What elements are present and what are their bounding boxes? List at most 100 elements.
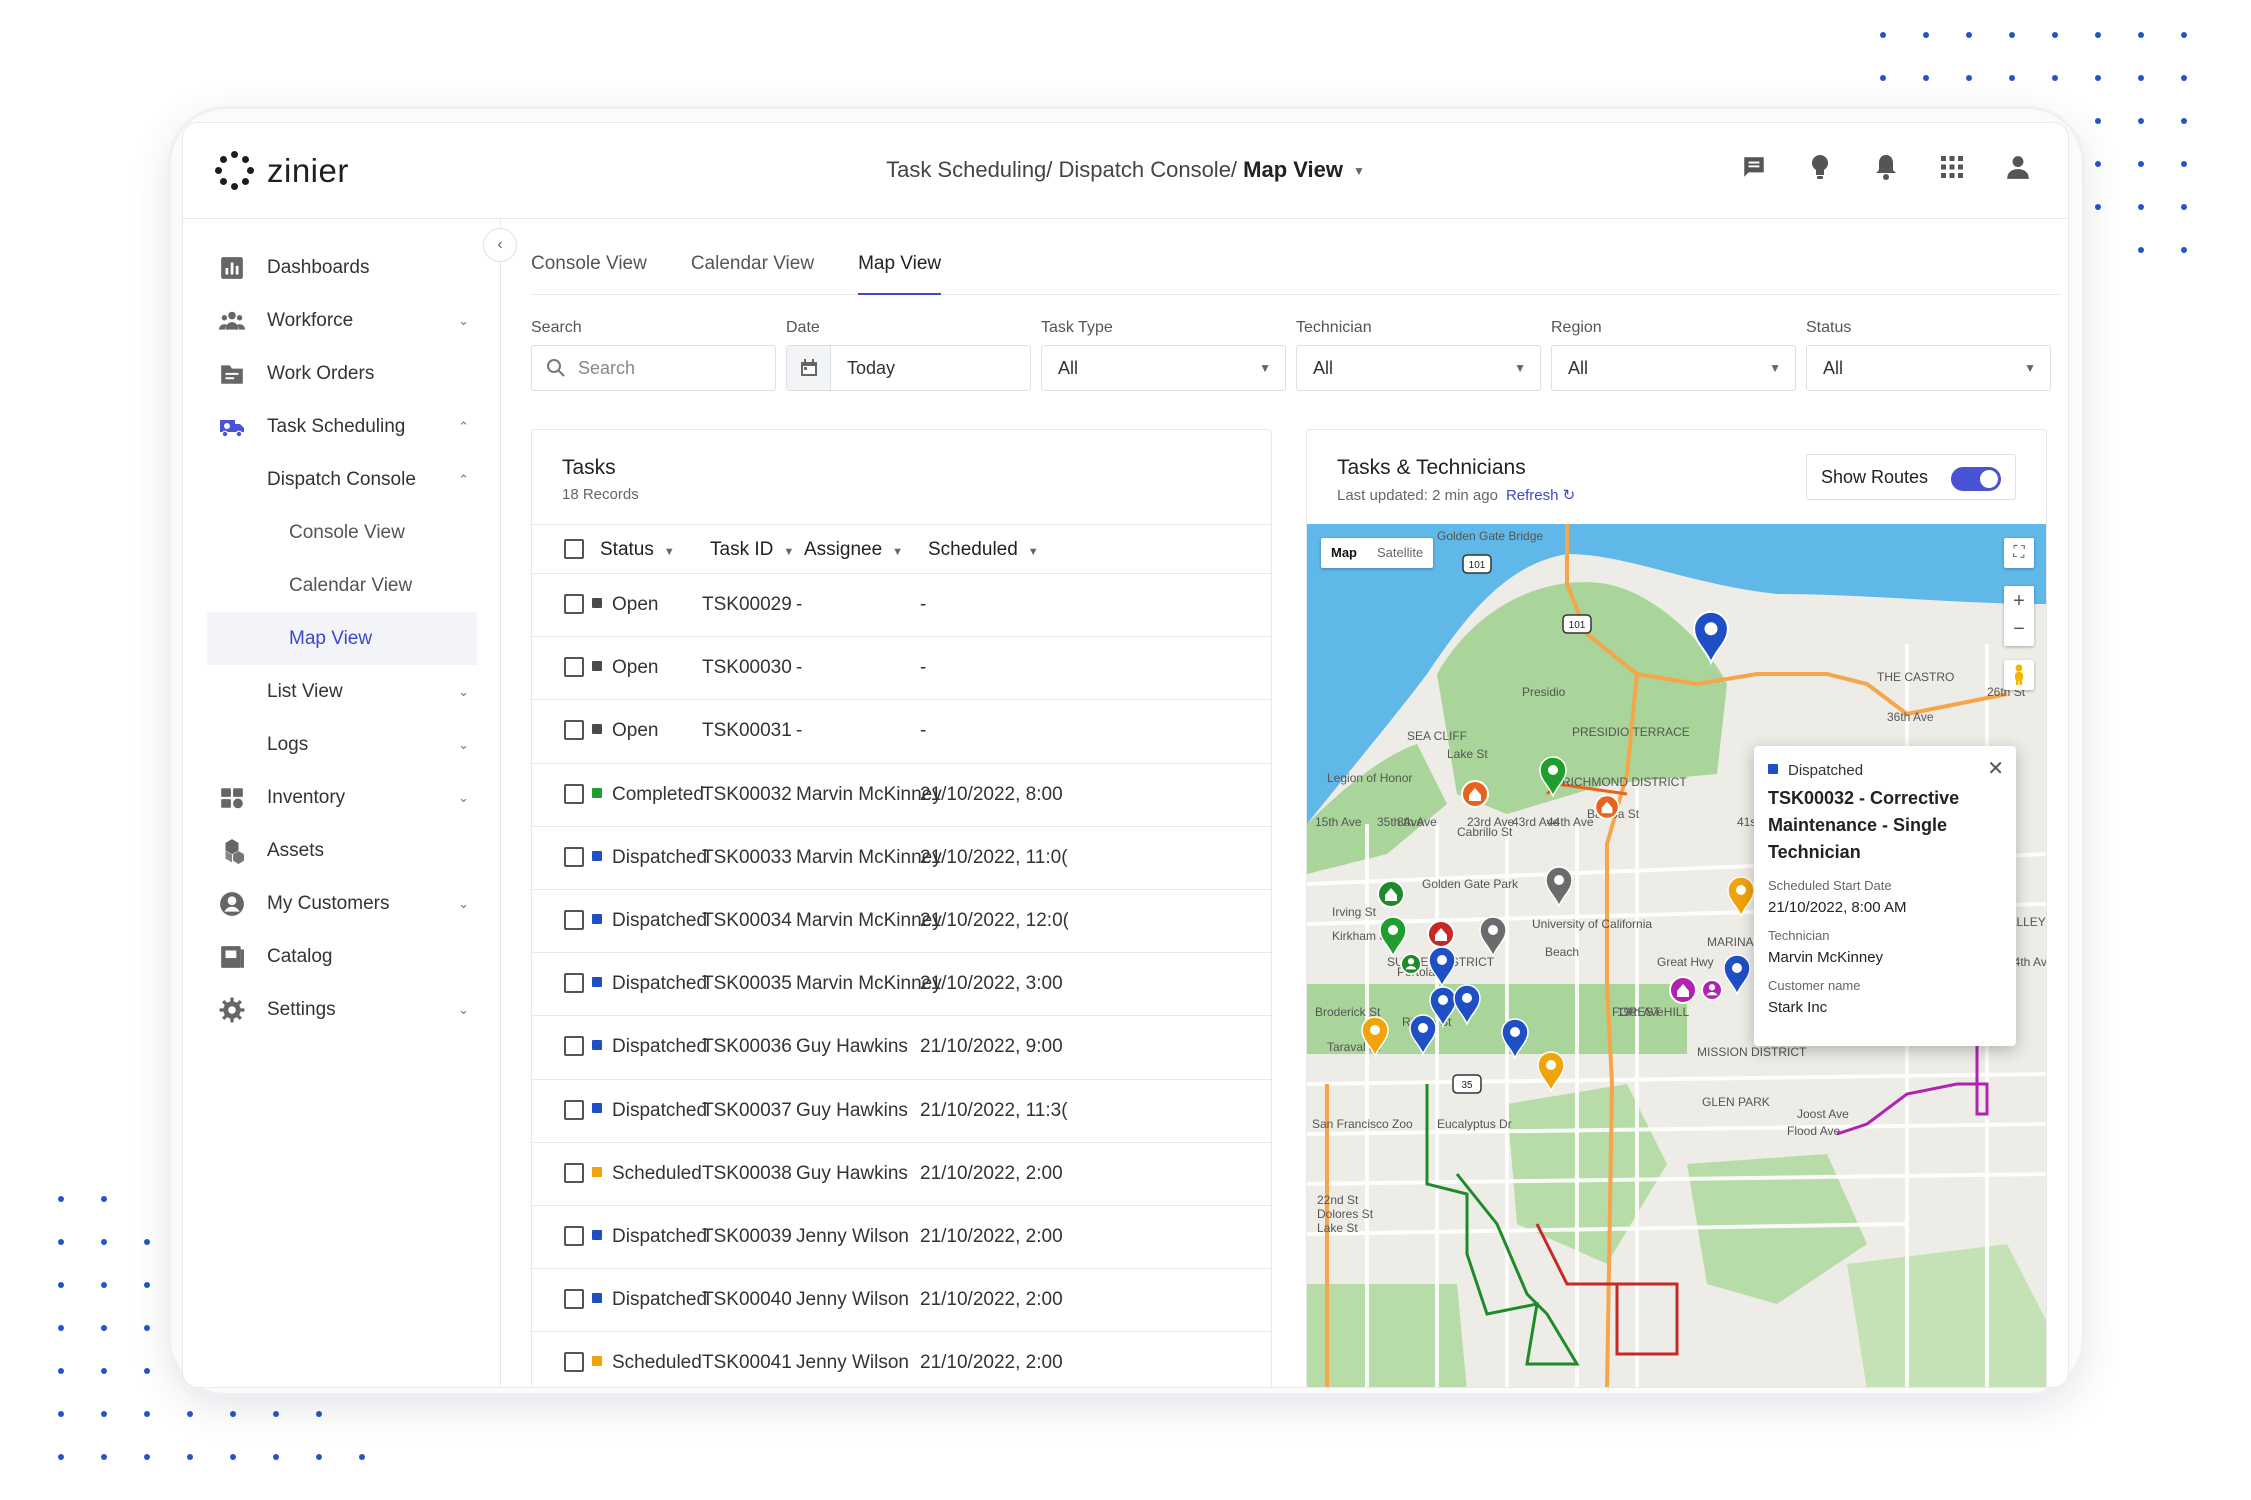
table-row[interactable]: Dispatched TSK00033 Marvin McKinney 21/10/2… [532,827,1271,890]
tasks-count: 18 Records [562,486,639,503]
sidebar-item-assets[interactable]: Assets [183,824,501,877]
caret-down-icon[interactable]: ▼ [1353,164,1365,178]
chevron-up-icon[interactable]: ⌃ [458,472,469,488]
sidebar-item-dispatch-console[interactable]: Dispatch Console ⌃ [183,453,501,506]
column-header-scheduled[interactable]: Scheduled ▼ [928,539,1039,561]
sidebar-item-map-view[interactable]: Map View [207,612,477,665]
status-select[interactable]: All ▼ [1806,345,2051,391]
row-checkbox[interactable] [564,1162,584,1183]
search-placeholder: Search [578,357,636,378]
row-checkbox[interactable] [564,720,584,741]
technician-location-icon[interactable] [1701,979,1723,1001]
close-icon[interactable]: ✕ [1987,756,2004,781]
chevron-down-icon[interactable]: ⌄ [458,313,469,329]
tab-calendar-view[interactable]: Calendar View [691,249,814,295]
date-picker[interactable]: Today [786,345,1031,391]
column-header-task-id[interactable]: Task ID ▼ [710,539,794,561]
table-row[interactable]: Dispatched TSK00039 Jenny Wilson 21/10/2022… [532,1206,1271,1270]
table-row[interactable]: Dispatched TSK00036 Guy Hawkins 21/10/2022,… [532,1016,1271,1080]
chevron-down-icon[interactable]: ⌄ [458,790,469,806]
map-label: Lake St [1317,1221,1358,1235]
location-home-pin-icon[interactable] [1377,880,1405,908]
column-header-status[interactable]: Status ▼ [600,539,675,561]
table-row[interactable]: Open TSK00029- - [532,574,1271,638]
location-home-pin-icon[interactable] [1669,976,1697,1004]
apps-grid-icon[interactable] [1938,153,1966,181]
row-checkbox[interactable] [564,1036,584,1057]
user-icon[interactable] [2004,153,2032,181]
decorative-dot [101,1454,107,1460]
select-all-checkbox[interactable] [564,539,584,559]
sidebar-item-label: Console View [289,521,405,543]
tab-map-view[interactable]: Map View [858,249,942,295]
sidebar-item-catalog[interactable]: Catalog [183,930,501,983]
sidebar-item-work-orders[interactable]: Work Orders [183,347,501,400]
fullscreen-button[interactable]: ⛶ [2004,538,2034,568]
chevron-down-icon[interactable]: ⌄ [458,896,469,912]
sidebar-item-task-scheduling[interactable]: Task Scheduling ⌃ [183,400,501,453]
decorative-dot [144,1239,150,1245]
chevron-down-icon[interactable]: ⌄ [458,684,469,700]
map-label: University of California [1532,917,1652,931]
map-canvas[interactable]: Golden Gate Bridge Presidio SEA CLIFF Lake … [1307,524,2046,1387]
row-checkbox[interactable] [564,1352,584,1373]
row-checkbox[interactable] [564,594,584,614]
row-checkbox[interactable] [564,909,584,930]
table-row[interactable]: Open TSK00031- - [532,700,1271,764]
sidebar-item-list-view[interactable]: List View ⌄ [183,665,501,718]
technician-location-icon[interactable] [1400,953,1422,975]
row-checkbox[interactable] [564,1289,584,1310]
technician-select[interactable]: All ▼ [1296,345,1541,391]
refresh-link[interactable]: Refresh ↻ [1506,487,1575,504]
show-routes-toggle[interactable]: Show Routes [1806,454,2016,500]
sidebar-item-settings[interactable]: Settings ⌄ [183,983,501,1036]
map-type-map[interactable]: Map [1321,538,1367,568]
row-checkbox[interactable] [564,973,584,994]
table-row[interactable]: Dispatched TSK00034 Marvin McKinney 21/10/2… [532,890,1271,954]
location-home-pin-icon[interactable] [1461,780,1489,808]
table-row[interactable]: Scheduled TSK00038 Guy Hawkins 21/10/2022, … [532,1143,1271,1206]
location-home-pin-icon[interactable] [1594,794,1620,820]
table-row[interactable]: Dispatched TSK00037 Guy Hawkins 21/10/2022,… [532,1080,1271,1143]
row-checkbox[interactable] [564,1099,584,1120]
zoom-in-button[interactable]: + [2004,586,2034,616]
sidebar-item-inventory[interactable]: Inventory ⌄ [183,771,501,824]
sidebar-item-workforce[interactable]: Workforce ⌄ [183,294,501,347]
chevron-down-icon[interactable]: ⌄ [458,737,469,753]
toggle-switch[interactable] [1951,467,2001,491]
street-view-pegman-icon[interactable] [2004,660,2034,690]
sidebar-item-console-view[interactable]: Console View [183,506,501,559]
row-checkbox[interactable] [564,1225,584,1246]
table-row[interactable]: Scheduled TSK00041 Jenny Wilson 21/10/2022,… [532,1332,1271,1387]
chevron-up-icon[interactable]: ⌃ [458,419,469,435]
zoom-out-button[interactable]: − [2004,616,2034,646]
chat-icon[interactable] [1740,153,1768,181]
map-label: GLEN PARK [1702,1095,1770,1109]
map-type-satellite[interactable]: Satellite [1367,538,1433,568]
sidebar-item-calendar-view[interactable]: Calendar View [183,559,501,612]
highway-shield-icon: 101 [1562,614,1592,634]
row-checkbox[interactable] [564,783,584,804]
tab-console-view[interactable]: Console View [531,249,647,295]
table-row[interactable]: Dispatched TSK00035 Marvin McKinney 21/10/2… [532,953,1271,1017]
sidebar-item-my-customers[interactable]: My Customers ⌄ [183,877,501,930]
row-checkbox[interactable] [564,657,584,678]
task-type-select[interactable]: All ▼ [1041,345,1286,391]
status-cell: Dispatched [592,973,707,995]
table-row[interactable]: Dispatched TSK00040 Jenny Wilson 21/10/2022… [532,1269,1271,1333]
bell-icon[interactable] [1872,153,1900,181]
table-row[interactable]: Open TSK00030- - [532,637,1271,701]
region-select[interactable]: All ▼ [1551,345,1796,391]
column-header-assignee[interactable]: Assignee ▼ [804,539,903,561]
calendar-icon[interactable] [787,346,831,390]
collapse-sidebar-button[interactable]: ‹ [483,228,517,262]
location-home-pin-icon[interactable] [1427,920,1455,948]
lightbulb-icon[interactable] [1806,153,1834,181]
chevron-down-icon[interactable]: ⌄ [458,1002,469,1018]
sidebar-item-dashboards[interactable]: Dashboards [183,241,501,294]
sidebar-item-logs[interactable]: Logs ⌄ [183,718,501,771]
row-checkbox[interactable] [564,846,584,867]
table-row[interactable]: Completed TSK00032 Marvin McKinney 21/10/20… [532,764,1271,827]
search-input[interactable]: Search [531,345,776,391]
breadcrumb-path[interactable]: Task Scheduling/ Dispatch Console/ [886,157,1243,182]
